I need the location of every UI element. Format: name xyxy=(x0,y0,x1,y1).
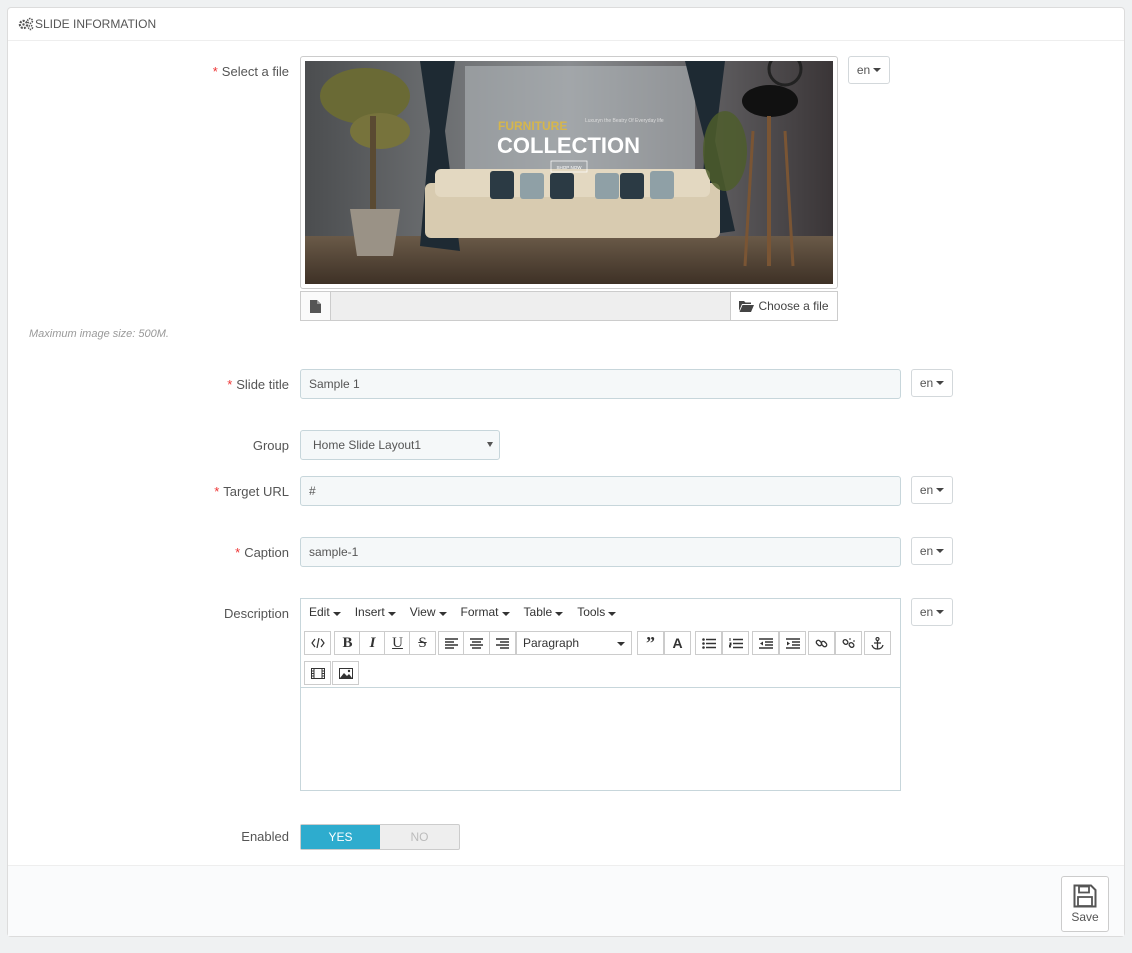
media-icon[interactable] xyxy=(304,661,331,685)
cogs-icon xyxy=(18,17,34,31)
chevron-down-icon xyxy=(332,612,341,616)
slide-title-label: * Slide title xyxy=(227,377,289,392)
target-url-language-button[interactable]: en xyxy=(911,476,953,504)
slide-information-panel: SLIDE INFORMATION * Select a file FURNIT… xyxy=(7,7,1125,937)
caption-input[interactable] xyxy=(300,537,901,567)
group-label: Group xyxy=(252,438,289,453)
chevron-down-icon xyxy=(936,610,945,614)
blockquote-icon[interactable]: ” xyxy=(637,631,664,655)
target-url-input[interactable] xyxy=(300,476,901,506)
editor-menubar: Edit Insert View Format Table Tools xyxy=(301,599,900,625)
floppy-disk-icon xyxy=(1073,884,1097,908)
folder-open-icon xyxy=(739,301,755,312)
chevron-down-icon xyxy=(617,642,625,646)
choose-file-button[interactable]: Choose a file xyxy=(730,292,837,320)
description-language-button[interactable]: en xyxy=(911,598,953,626)
required-marker: * xyxy=(214,484,220,499)
menu-table[interactable]: Table xyxy=(524,605,564,619)
file-language-button[interactable]: en xyxy=(848,56,890,84)
file-icon xyxy=(310,299,321,313)
enabled-toggle[interactable]: YES NO xyxy=(300,824,460,850)
group-selected-value: Home Slide Layout1 xyxy=(313,438,422,452)
menu-insert[interactable]: Insert xyxy=(355,605,396,619)
description-editor: Edit Insert View Format Table Tools B I … xyxy=(300,598,901,791)
slide-title-language-button[interactable]: en xyxy=(911,369,953,397)
max-image-size-help: Maximum image size: 500M. xyxy=(29,328,169,340)
required-marker: * xyxy=(235,545,241,560)
chevron-down-icon xyxy=(608,612,617,616)
chevron-down-icon xyxy=(936,488,945,492)
text-color-icon[interactable]: A xyxy=(664,631,691,655)
chevron-down-icon xyxy=(873,68,882,72)
anchor-icon[interactable] xyxy=(864,631,891,655)
strikethrough-icon[interactable]: S xyxy=(409,631,436,655)
choose-file-label: Choose a file xyxy=(758,299,829,313)
description-edit-area[interactable] xyxy=(301,687,900,790)
caption-language-button[interactable]: en xyxy=(911,537,953,565)
svg-text:SHOP NOW: SHOP NOW xyxy=(557,165,583,170)
save-label: Save xyxy=(1071,910,1099,924)
description-label: Description xyxy=(223,606,289,621)
source-code-icon[interactable] xyxy=(304,631,331,655)
select-file-label: * Select a file xyxy=(212,64,289,79)
align-left-icon[interactable] xyxy=(438,631,465,655)
chevron-down-icon xyxy=(501,612,510,616)
editor-toolbar: B I U S Paragraph ” A xyxy=(303,629,898,687)
link-icon[interactable] xyxy=(808,631,835,655)
panel-footer: Save xyxy=(8,865,1124,936)
target-url-label: * Target URL xyxy=(214,484,289,499)
indent-icon[interactable] xyxy=(779,631,806,655)
bold-icon[interactable]: B xyxy=(334,631,361,655)
align-right-icon[interactable] xyxy=(489,631,516,655)
numbered-list-icon[interactable] xyxy=(722,631,749,655)
unlink-icon[interactable] xyxy=(835,631,862,655)
menu-format[interactable]: Format xyxy=(461,605,510,619)
required-marker: * xyxy=(212,64,218,79)
outdent-icon[interactable] xyxy=(752,631,779,655)
save-button[interactable]: Save xyxy=(1061,876,1109,932)
menu-tools[interactable]: Tools xyxy=(577,605,617,619)
chevron-down-icon xyxy=(936,381,945,385)
caption-label: * Caption xyxy=(235,545,289,560)
svg-text:FURNITURE: FURNITURE xyxy=(498,119,567,133)
chevron-down-icon xyxy=(555,612,564,616)
enabled-yes-option[interactable]: YES xyxy=(301,825,380,849)
slide-image: FURNITURE Luxuryn the Beatry Of Everyday… xyxy=(305,61,833,284)
slide-image-preview: FURNITURE Luxuryn the Beatry Of Everyday… xyxy=(300,56,838,289)
italic-icon[interactable]: I xyxy=(359,631,386,655)
enabled-label: Enabled xyxy=(241,829,289,844)
svg-text:COLLECTION: COLLECTION xyxy=(497,133,640,158)
file-icon-box xyxy=(301,292,331,320)
menu-view[interactable]: View xyxy=(410,605,447,619)
align-center-icon[interactable] xyxy=(463,631,490,655)
svg-text:Luxuryn the Beatry Of Everyday: Luxuryn the Beatry Of Everyday life xyxy=(585,118,664,124)
chevron-down-icon xyxy=(387,612,396,616)
group-select[interactable]: Home Slide Layout1 xyxy=(300,430,500,460)
chevron-down-icon xyxy=(438,612,447,616)
file-upload-bar[interactable]: Choose a file xyxy=(300,291,838,321)
underline-icon[interactable]: U xyxy=(384,631,411,655)
enabled-no-option[interactable]: NO xyxy=(380,825,459,849)
dropdown-arrow-icon xyxy=(487,442,493,447)
image-icon[interactable] xyxy=(332,661,359,685)
required-marker: * xyxy=(227,377,233,392)
paragraph-format-select[interactable]: Paragraph xyxy=(516,631,632,655)
chevron-down-icon xyxy=(936,549,945,553)
panel-heading: SLIDE INFORMATION xyxy=(8,8,1124,41)
panel-title: SLIDE INFORMATION xyxy=(35,17,157,31)
menu-edit[interactable]: Edit xyxy=(309,605,341,619)
slide-title-input[interactable] xyxy=(300,369,901,399)
bullet-list-icon[interactable] xyxy=(695,631,722,655)
